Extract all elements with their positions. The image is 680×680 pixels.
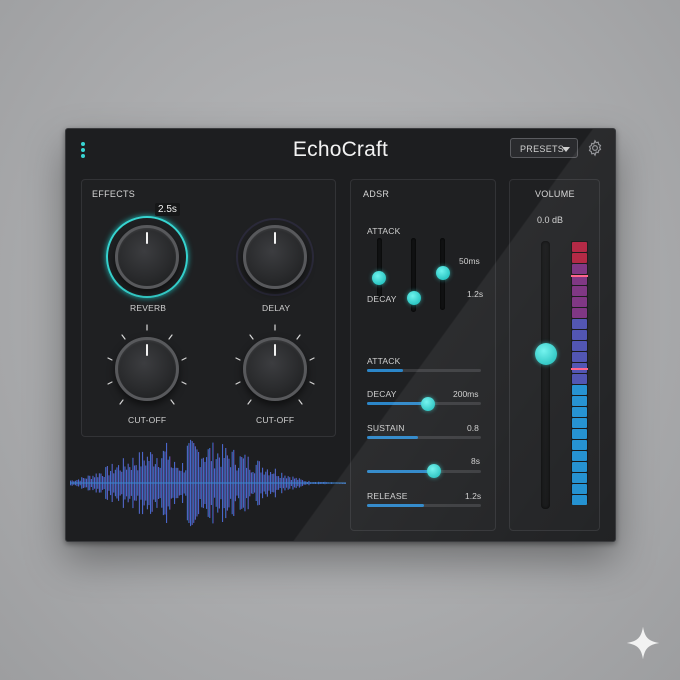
waveform-center-line	[70, 482, 346, 484]
meter-segment	[572, 429, 587, 439]
volume-fader-track[interactable]	[541, 241, 550, 509]
meter-segment	[572, 308, 587, 318]
level-meter	[571, 241, 588, 505]
meter-segment	[572, 440, 587, 450]
effects-section: EFFECTS 2.5s REVERB DELAY CUT-OFF CUT-OF…	[81, 179, 336, 437]
adsr-vertical-decay-label: DECAY	[367, 294, 397, 304]
adsr-vertical-value-a: 50ms	[459, 256, 480, 266]
meter-peak-marker	[571, 368, 588, 370]
decay-slider-label: DECAY	[367, 389, 397, 399]
meter-segment	[572, 484, 587, 494]
meter-segment	[572, 462, 587, 472]
delay-label: DELAY	[262, 303, 291, 313]
adsr-vertical-attack-label: ATTACK	[367, 226, 401, 236]
volume-fader-thumb[interactable]	[535, 342, 557, 365]
meter-segment	[572, 418, 587, 428]
cutoff-1-label: CUT-OFF	[128, 415, 167, 425]
meter-segment	[572, 396, 587, 406]
meter-segment	[572, 264, 587, 274]
meter-segment	[572, 253, 587, 263]
delay-knob[interactable]	[243, 225, 307, 289]
volume-title: VOLUME	[535, 189, 575, 199]
attack-vertical-thumb[interactable]	[372, 271, 386, 285]
sustain-slider-label: SUSTAIN	[367, 423, 405, 433]
gear-icon[interactable]	[586, 139, 604, 157]
volume-readout: 0.0 dB	[537, 215, 564, 225]
reverb-knob[interactable]	[115, 225, 179, 289]
reverb-value-tooltip: 2.5s	[155, 203, 180, 216]
chevron-down-icon	[562, 147, 570, 152]
adsr-vertical-value-b: 1.2s	[467, 289, 484, 299]
meter-segment	[572, 341, 587, 351]
decay-slider-thumb[interactable]	[421, 397, 435, 411]
meter-segment	[572, 330, 587, 340]
attack-vertical-track[interactable]	[377, 238, 382, 300]
meter-segment	[572, 242, 587, 252]
reverb-label: REVERB	[130, 303, 167, 313]
release-slider-value: 1.2s	[465, 491, 482, 501]
adsr-section: ADSR ATTACK DECAY 50ms 1.2s ATTACK DECAY…	[350, 179, 496, 531]
attack-slider-label: ATTACK	[367, 356, 401, 366]
meter-segment	[572, 352, 587, 362]
adsr-title: ADSR	[363, 189, 390, 199]
attack-slider[interactable]	[367, 369, 481, 372]
presets-label: PRESETS	[520, 144, 565, 154]
effects-title: EFFECTS	[92, 189, 136, 199]
fourth-slider[interactable]	[367, 470, 481, 473]
decay-vertical-thumb[interactable]	[407, 291, 421, 305]
meter-segment	[572, 297, 587, 307]
release-slider[interactable]	[367, 504, 481, 507]
meter-segment	[572, 319, 587, 329]
release-slider-label: RELEASE	[367, 491, 408, 501]
presets-dropdown[interactable]: PRESETS	[510, 138, 578, 158]
meter-segment	[572, 451, 587, 461]
meter-segment	[572, 495, 587, 505]
decay-slider-value: 200ms	[453, 389, 479, 399]
plugin-window: EchoCraft PRESETS EFFECTS 2.5s REVERB DE…	[65, 128, 616, 542]
sparkle-icon	[626, 626, 660, 660]
sustain-slider[interactable]	[367, 436, 481, 439]
fourth-slider-thumb[interactable]	[427, 464, 441, 478]
meter-segment	[572, 473, 587, 483]
fourth-slider-value: 8s	[471, 456, 480, 466]
sustain-slider-value: 0.8	[467, 423, 479, 433]
cutoff-knob-1[interactable]	[115, 337, 179, 401]
cutoff-knob-2[interactable]	[243, 337, 307, 401]
meter-segment	[572, 407, 587, 417]
cutoff-2-label: CUT-OFF	[256, 415, 295, 425]
meter-peak-marker	[571, 275, 588, 277]
meter-segment	[572, 286, 587, 296]
audio-waveform	[70, 439, 346, 527]
meter-segment	[572, 385, 587, 395]
meter-segment	[572, 374, 587, 384]
third-vertical-thumb[interactable]	[436, 266, 450, 280]
